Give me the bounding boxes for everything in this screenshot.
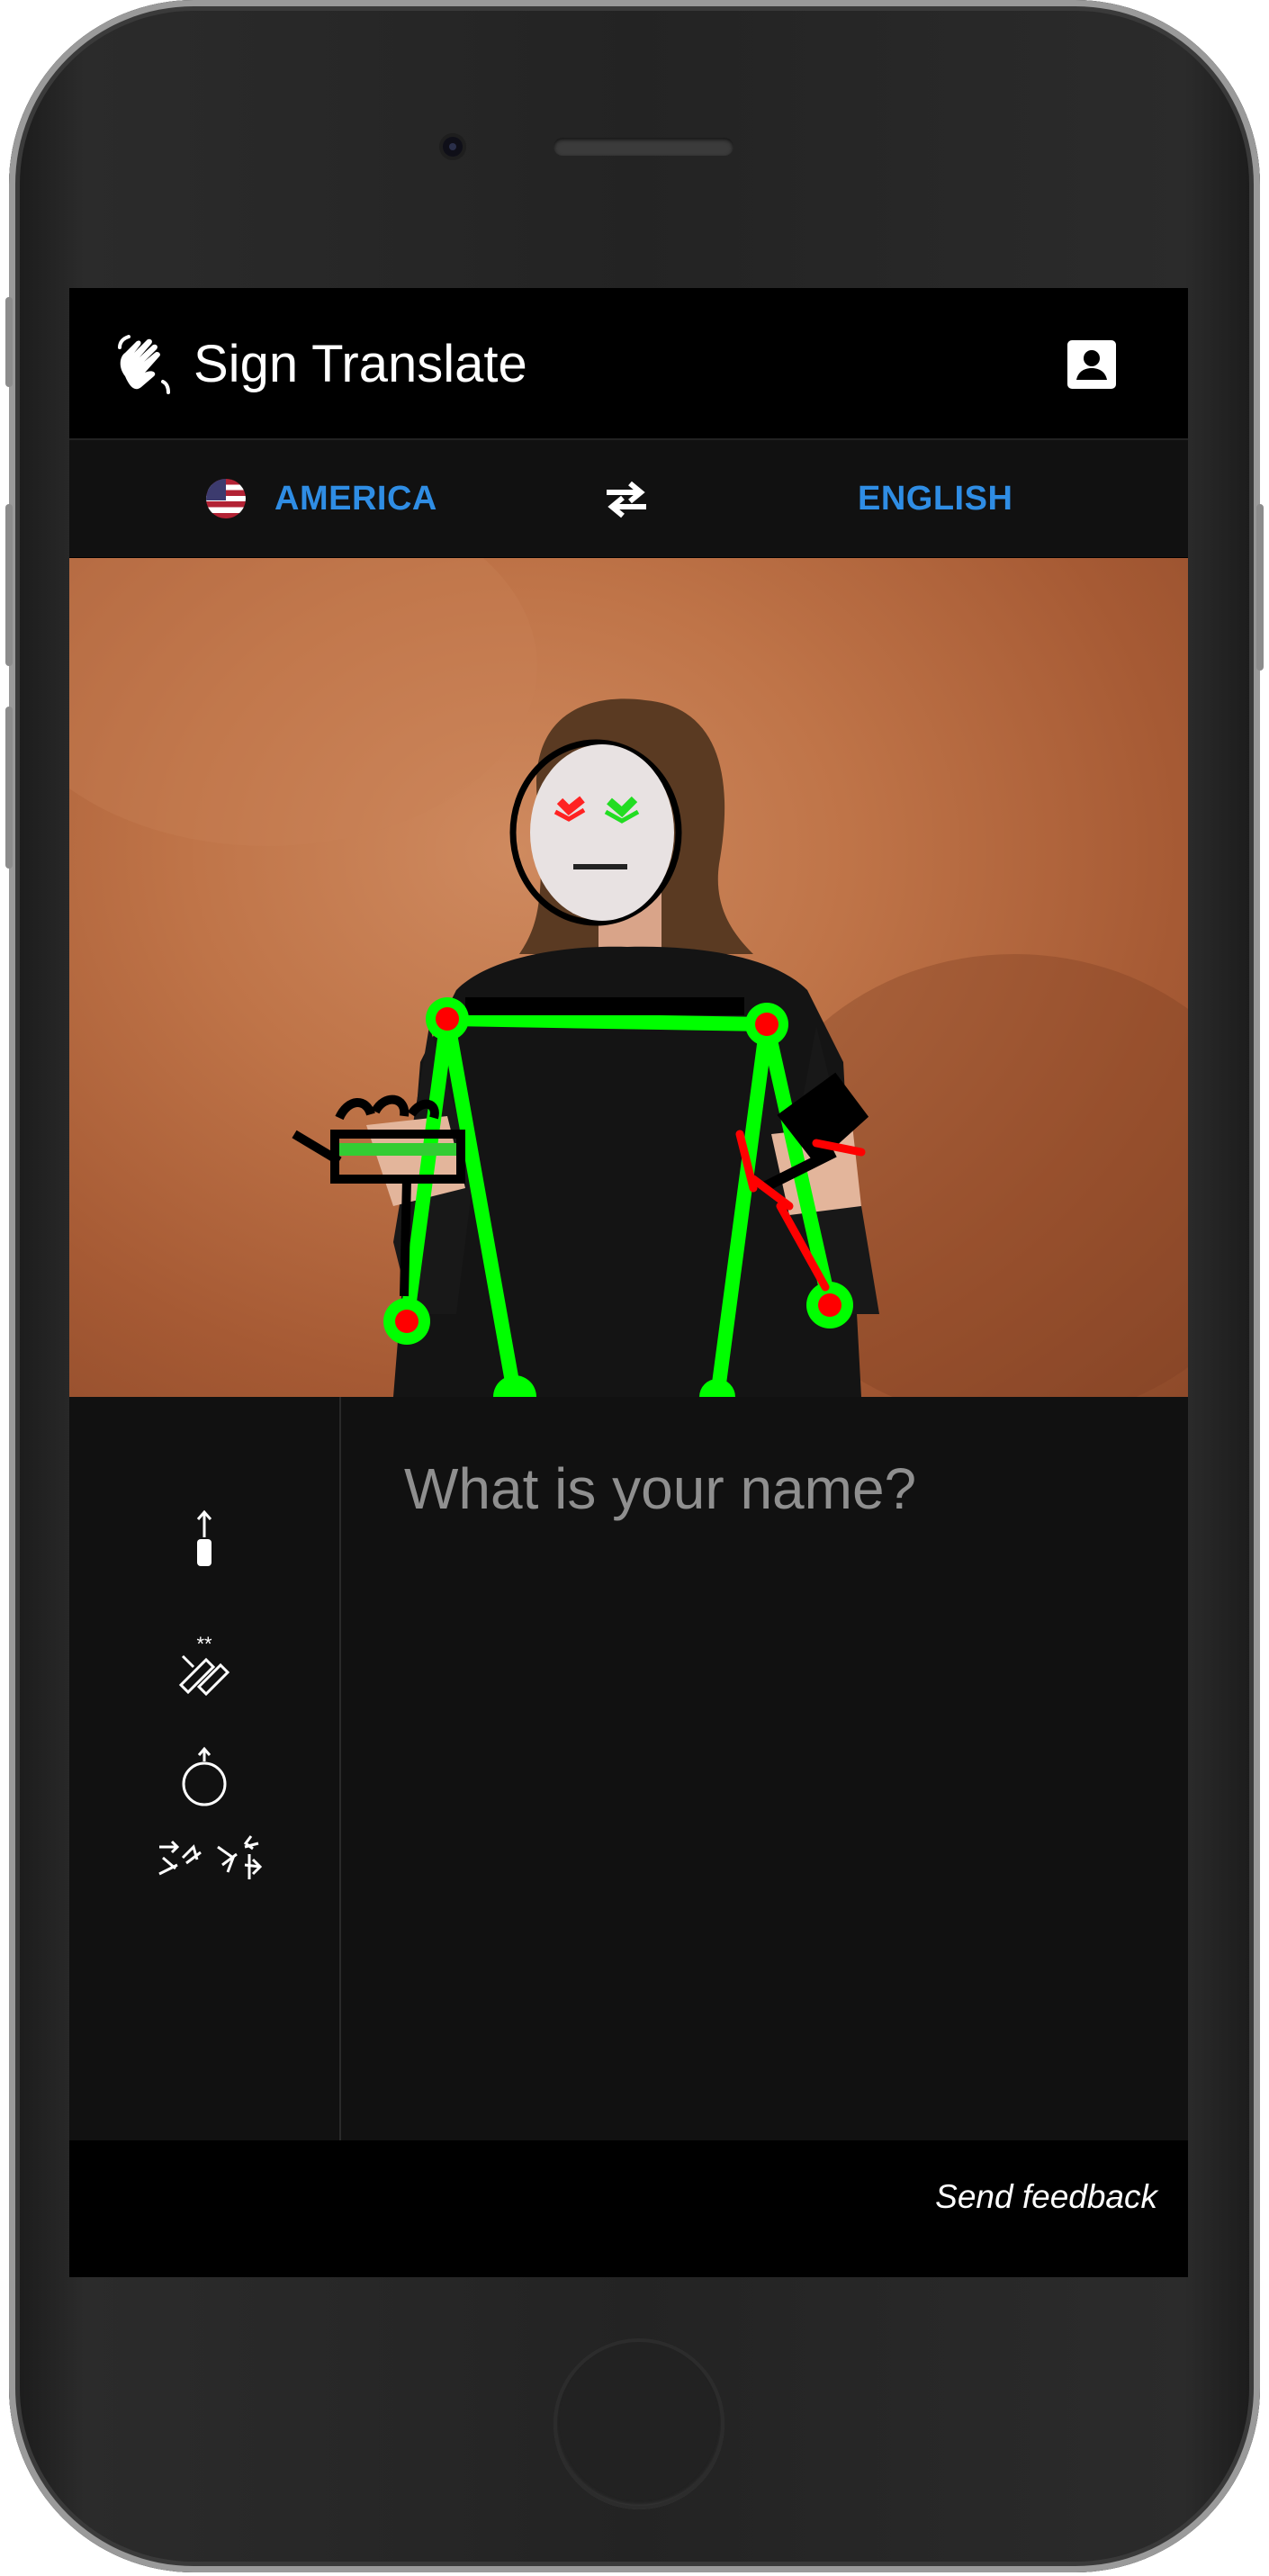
pose-skeleton-overlay [69,558,1188,1397]
app-screen: Sign Translate AMERICA ENGLISH ** What i… [69,288,1188,2277]
svg-text:**: ** [196,1633,212,1655]
translation-panel: ** What is your name? [69,1397,1188,2140]
translation-output-text: What is your name? [404,1456,917,1521]
volume-down-button [5,707,13,869]
send-feedback-link[interactable]: Send feedback [935,2178,1157,2216]
app-title: Sign Translate [194,335,527,393]
target-language-button[interactable]: ENGLISH [858,440,1012,557]
us-flag-icon [206,479,246,518]
front-camera [443,137,463,157]
sign-video-with-pose[interactable] [69,558,1188,1397]
language-selector-bar: AMERICA ENGLISH [69,438,1188,557]
swap-arrows-icon[interactable] [599,476,653,523]
power-button [1256,504,1264,671]
earpiece-speaker [554,138,734,156]
mute-switch [5,297,13,387]
account-box-icon[interactable] [1066,338,1118,391]
home-button[interactable] [554,2338,724,2509]
source-language-button[interactable]: AMERICA [206,440,437,557]
footer: Send feedback [69,2140,1188,2277]
volume-up-button [5,504,13,666]
waving-hand-icon [118,335,170,394]
app-toolbar: Sign Translate [69,288,1188,437]
target-language-label: ENGLISH [858,479,1013,518]
source-language-label: AMERICA [274,479,437,518]
signwriting-panel: ** [69,1397,341,2140]
signwriting-symbols-icon: ** [158,1509,263,1879]
